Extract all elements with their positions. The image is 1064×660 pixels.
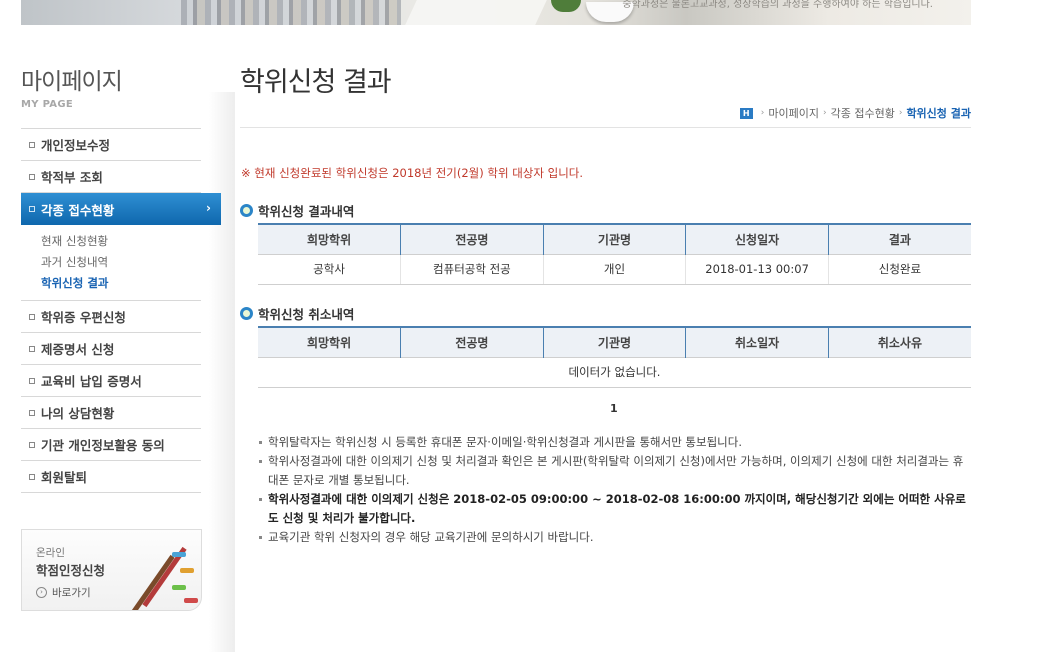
notice-text: ※ 현재 신청완료된 학위신청은 2018년 전기(2월) 학위 대상자 입니다…	[241, 166, 584, 180]
info-item: 학위사정결과에 대한 이의제기 신청 및 처리결과 확인은 본 게시판(학위탈락…	[258, 452, 971, 490]
clip-image	[184, 598, 198, 603]
page-title: 학위신청 결과	[240, 67, 392, 98]
sidebar-item-academic-record[interactable]: 학적부 조회	[21, 161, 201, 193]
sidebar-item-profile-edit[interactable]: 개인정보수정	[21, 129, 201, 161]
clip-image	[180, 568, 194, 573]
sidebar-menu: 개인정보수정 학적부 조회 각종 접수현황 › 현재 신청현황 과거 신청내역 …	[21, 128, 221, 493]
column-header: 기관명	[542, 326, 686, 357]
sidebar-item-label: 기관 개인정보활용 동의	[41, 438, 165, 453]
square-bullet-icon	[29, 409, 35, 416]
info-item-emphasis: 학위사정결과에 대한 이의제기 신청은 2018-02-05 09:00:00 …	[258, 490, 971, 528]
sidebar-item-label: 학적부 조회	[41, 170, 103, 185]
column-header: 취소사유	[827, 326, 971, 357]
promo-title: 학점인정신청	[36, 563, 106, 578]
column-header: 신청일자	[685, 223, 829, 254]
submenu-item-degree-result[interactable]: 학위신청 결과	[41, 273, 201, 294]
section-title-label: 학위신청 취소내역	[258, 307, 355, 322]
pencil-image	[130, 554, 175, 610]
arrow-circle-icon: ›	[36, 587, 47, 598]
table-header-row: 희망학위 전공명 기관명 취소일자 취소사유	[258, 326, 971, 357]
column-header: 희망학위	[258, 326, 401, 357]
breadcrumb-separator-icon: ›	[898, 108, 903, 118]
column-header: 전공명	[400, 326, 544, 357]
home-icon[interactable]: H	[739, 107, 753, 119]
square-bullet-icon	[29, 345, 35, 352]
pagination-page-1[interactable]: 1	[610, 402, 618, 415]
cell-degree: 공학사	[258, 254, 401, 285]
column-header: 기관명	[542, 223, 686, 254]
info-list: 학위탈락자는 학위신청 시 등록한 휴대폰 문자·이메일·학위신청결과 게시판을…	[258, 433, 971, 547]
sidebar-submenu: 현재 신청현황 과거 신청내역 학위신청 결과	[21, 225, 201, 301]
sidebar-item-privacy-consent[interactable]: 기관 개인정보활용 동의	[21, 429, 201, 461]
sidebar-item-label: 교육비 납입 증명서	[41, 374, 142, 389]
breadcrumb-current: 학위신청 결과	[906, 107, 971, 120]
main-content: 학위신청 결과 H › 마이페이지 › 각종 접수현황 › 학위신청 결과 ※ …	[240, 60, 971, 544]
banner-books-image	[181, 0, 401, 25]
cell-major: 컴퓨터공학 전공	[400, 254, 544, 285]
sidebar-item-label: 각종 접수현황	[41, 202, 115, 218]
square-bullet-icon	[29, 313, 35, 320]
banner-caption: 중학과정은 물론고교과정, 성장학습의 과정을 수행하여야 하는 학습입니다.	[622, 0, 933, 10]
table-row: 공학사 컴퓨터공학 전공 개인 2018-01-13 00:07 신청완료	[258, 254, 971, 285]
cell-institution: 개인	[542, 254, 686, 285]
square-bullet-icon	[29, 441, 35, 448]
chevron-right-icon: ›	[206, 201, 211, 215]
title-divider	[240, 127, 971, 128]
sidebar-shadow	[209, 92, 235, 652]
sidebar-item-diploma-mail[interactable]: 학위증 우편신청	[21, 301, 201, 333]
sidebar: 마이페이지 MY PAGE 개인정보수정 학적부 조회 각종 접수현황 › 현재…	[21, 62, 235, 652]
banner-paper-image	[405, 0, 547, 25]
square-bullet-icon	[29, 173, 35, 180]
sidebar-item-consultations[interactable]: 나의 상담현황	[21, 397, 201, 429]
sidebar-item-tuition-certificate[interactable]: 교육비 납입 증명서	[21, 365, 201, 397]
breadcrumb-separator-icon: ›	[823, 108, 827, 118]
breadcrumb-item[interactable]: 마이페이지	[768, 105, 819, 121]
banner-plant-image	[551, 0, 581, 12]
table-header-row: 희망학위 전공명 기관명 신청일자 결과	[258, 223, 971, 254]
column-header: 전공명	[400, 223, 544, 254]
sidebar-item-label: 회원탈퇴	[41, 470, 88, 485]
cancellations-table: 희망학위 전공명 기관명 취소일자 취소사유 데이터가 없습니다.	[258, 326, 971, 388]
clip-image	[172, 585, 186, 590]
credit-recognition-banner[interactable]: 온라인 학점인정신청 › 바로가기	[21, 529, 202, 611]
column-header: 희망학위	[258, 223, 401, 254]
square-bullet-icon	[29, 141, 35, 148]
info-item: 교육기관 학위 신청자의 경우 해당 교육기관에 문의하시기 바랍니다.	[258, 528, 971, 547]
column-header: 취소일자	[685, 326, 829, 357]
clip-image	[172, 552, 186, 557]
section-title-cancellations: 학위신청 취소내역	[240, 304, 354, 323]
section-bullet-icon	[240, 307, 253, 320]
info-item: 학위탈락자는 학위신청 시 등록한 휴대폰 문자·이메일·학위신청결과 게시판을…	[258, 433, 971, 452]
square-bullet-icon	[29, 206, 35, 212]
promo-small-label: 온라인	[36, 547, 65, 559]
promo-link-label: 바로가기	[52, 587, 91, 599]
sidebar-item-withdraw[interactable]: 회원탈퇴	[21, 461, 201, 493]
sidebar-item-applications-status[interactable]: 각종 접수현황 ›	[21, 193, 221, 225]
sidebar-item-label: 학위증 우편신청	[41, 310, 126, 325]
results-table: 희망학위 전공명 기관명 신청일자 결과 공학사 컴퓨터공학 전공 개인 201…	[258, 223, 971, 285]
sidebar-item-label: 제증명서 신청	[41, 342, 115, 357]
top-banner: 중학과정은 물론고교과정, 성장학습의 과정을 수행하여야 하는 학습입니다.	[21, 0, 971, 25]
table-row: 데이터가 없습니다.	[258, 357, 971, 388]
section-title-results: 학위신청 결과내역	[240, 201, 354, 220]
cell-result: 신청완료	[827, 254, 971, 285]
breadcrumb-separator-icon: ›	[760, 108, 765, 118]
sidebar-title: 마이페이지	[21, 69, 123, 95]
breadcrumb-item[interactable]: 각종 접수현황	[831, 105, 895, 121]
sidebar-item-certificates[interactable]: 제증명서 신청	[21, 333, 201, 365]
promo-link[interactable]: › 바로가기	[36, 585, 91, 600]
submenu-item-current-applications[interactable]: 현재 신청현황	[41, 231, 201, 252]
sidebar-subtitle: MY PAGE	[21, 99, 73, 110]
column-header: 결과	[827, 223, 971, 254]
section-title-label: 학위신청 결과내역	[258, 204, 355, 219]
section-bullet-icon	[240, 204, 253, 217]
square-bullet-icon	[29, 377, 35, 384]
sidebar-item-label: 개인정보수정	[41, 138, 111, 153]
breadcrumb: H › 마이페이지 › 각종 접수현황 › 학위신청 결과	[739, 105, 971, 121]
submenu-item-past-applications[interactable]: 과거 신청내역	[41, 252, 201, 273]
sidebar-item-label: 나의 상담현황	[41, 406, 115, 421]
empty-message: 데이터가 없습니다.	[258, 357, 971, 388]
cell-apply-date: 2018-01-13 00:07	[685, 254, 829, 285]
square-bullet-icon	[29, 473, 35, 480]
